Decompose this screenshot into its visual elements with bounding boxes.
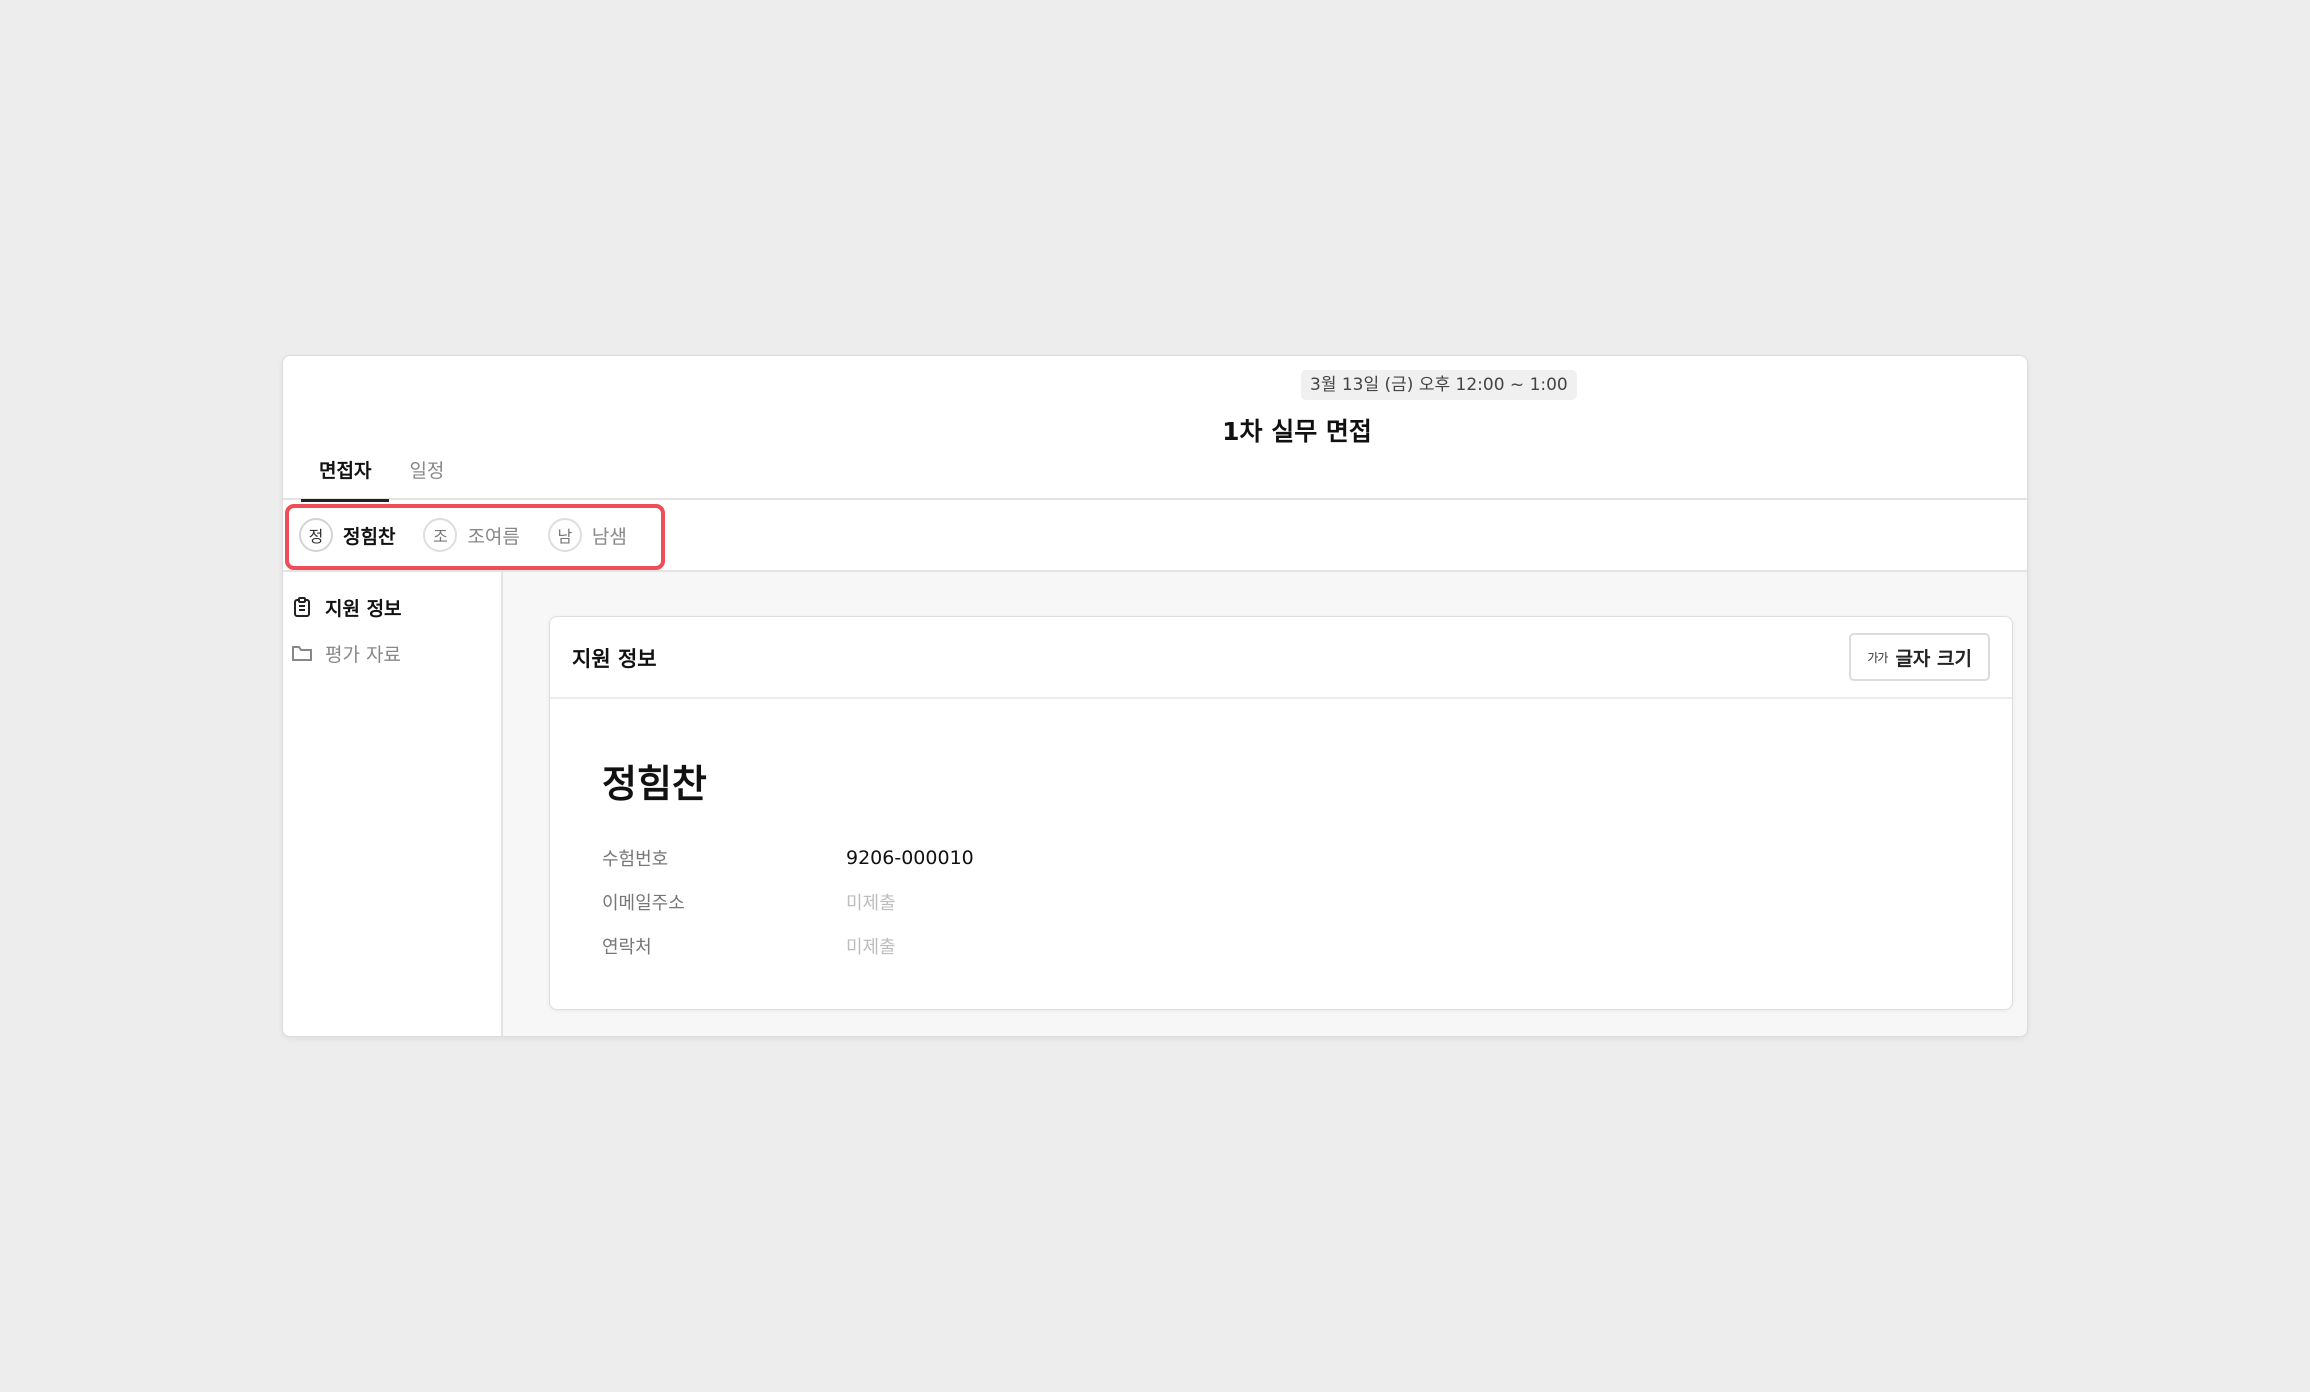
- info-row: 수험번호 9206-000010: [602, 836, 1960, 880]
- tab-interviewees[interactable]: 면접자: [300, 454, 391, 502]
- info-value: 9206-000010: [846, 847, 974, 869]
- card-title: 지원 정보: [572, 647, 657, 671]
- font-size-button[interactable]: 가가 글자 크기: [1849, 633, 1990, 681]
- card-header: 지원 정보 가가 글자 크기: [550, 617, 2012, 699]
- interview-window: 3월 13일 (금) 오후 12:00 ~ 1:00 1차 실무 면접 면접자 …: [282, 355, 2028, 1037]
- avatar: 남: [547, 518, 582, 552]
- info-label: 연락처: [602, 937, 652, 958]
- interviewee-item[interactable]: 남 남샘: [547, 518, 627, 552]
- interviewee-bar: 정 정힘찬 조 조여름 남 남샘: [283, 500, 2027, 572]
- font-size-button-label: 글자 크기: [1895, 647, 1972, 670]
- info-value: 미제출: [846, 893, 896, 914]
- interviewee-item[interactable]: 정 정힘찬: [299, 518, 395, 552]
- interviewee-name: 정힘찬: [343, 525, 396, 548]
- sidebar-item-application-info[interactable]: 지원 정보: [283, 584, 501, 630]
- font-size-icon: 가가: [1867, 650, 1888, 665]
- interviewee-list: 정 정힘찬 조 조여름 남 남샘: [299, 518, 655, 552]
- sidebar-item-label: 지원 정보: [325, 597, 402, 620]
- application-info-card: 지원 정보 가가 글자 크기 정힘찬 수험번호 9206-000010 이메일주…: [549, 616, 2013, 1010]
- info-label: 수험번호: [602, 849, 669, 870]
- folder-icon: [291, 642, 313, 664]
- card-body: 정힘찬 수험번호 9206-000010 이메일주소 미제출 연락처 미제출: [550, 699, 2012, 968]
- main-content: 지원 정보 가가 글자 크기 정힘찬 수험번호 9206-000010 이메일주…: [503, 572, 2027, 1036]
- tab-bar: 면접자 일정: [300, 454, 480, 502]
- info-row: 연락처 미제출: [602, 924, 1960, 968]
- sidebar-item-evaluation-materials[interactable]: 평가 자료: [283, 630, 501, 676]
- header: 3월 13일 (금) 오후 12:00 ~ 1:00 1차 실무 면접 면접자 …: [283, 356, 2027, 502]
- schedule-date-badge: 3월 13일 (금) 오후 12:00 ~ 1:00: [1301, 370, 1577, 400]
- info-value: 미제출: [846, 937, 896, 958]
- info-row: 이메일주소 미제출: [602, 880, 1960, 924]
- interviewee-item[interactable]: 조 조여름: [423, 518, 520, 552]
- info-label: 이메일주소: [602, 893, 685, 914]
- page-title: 1차 실무 면접: [1222, 417, 1372, 446]
- interviewee-name: 조여름: [467, 525, 520, 548]
- sidebar-item-label: 평가 자료: [325, 643, 401, 666]
- sidebar: 지원 정보 평가 자료: [283, 572, 503, 1036]
- avatar: 조: [423, 518, 458, 552]
- clipboard-icon: [291, 596, 313, 618]
- interviewee-name: 남샘: [591, 525, 627, 548]
- tab-schedule[interactable]: 일정: [407, 454, 446, 500]
- applicant-name: 정힘찬: [602, 762, 707, 806]
- avatar: 정: [299, 518, 333, 552]
